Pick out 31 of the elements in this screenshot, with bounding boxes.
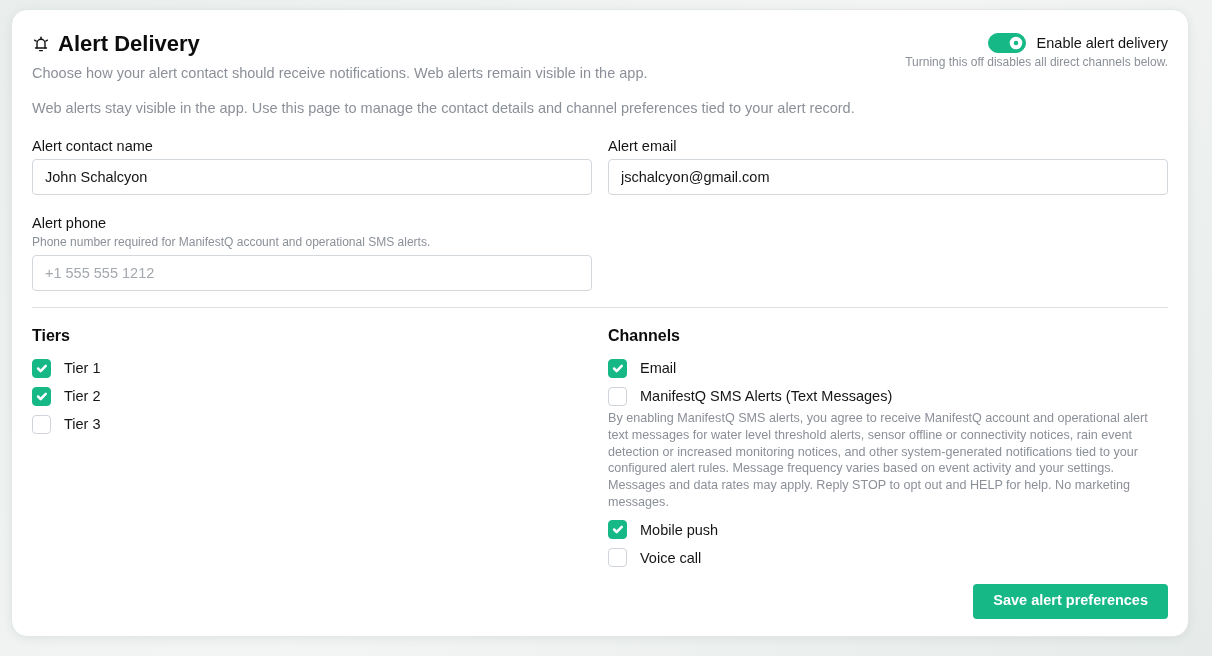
intro-text: Web alerts stay visible in the app. Use this page to manage the contact details and channel preferences tied to your alert record. bbox=[32, 99, 856, 118]
toggle-hint: Turning this off disables all direct channels below. bbox=[905, 54, 1168, 70]
section-heading: Tiers bbox=[32, 326, 71, 346]
checkbox[interactable] bbox=[608, 520, 627, 540]
checkbox[interactable] bbox=[608, 548, 627, 568]
toggle-switch[interactable] bbox=[987, 33, 1026, 53]
checkbox[interactable] bbox=[608, 358, 627, 378]
checkbox-label: Tier 1 bbox=[64, 359, 101, 378]
input-field[interactable]: John Schalcyon bbox=[32, 159, 592, 195]
field-label: Alert contact name bbox=[32, 137, 154, 156]
page-title: Alert Delivery bbox=[58, 30, 200, 58]
section-heading: Channels bbox=[608, 326, 681, 346]
field-label: Alert email bbox=[608, 137, 678, 156]
input-field[interactable]: jschalcyon@gmail.com bbox=[608, 159, 1168, 195]
page-subtitle: Choose how your alert contact should receive notifications. Web alerts remain visible in the app. bbox=[32, 64, 648, 83]
checkbox-label: Voice call bbox=[640, 548, 702, 568]
checkbox-label: ManifestQ SMS Alerts (Text Messages) bbox=[640, 387, 893, 406]
input-field[interactable]: +1 555 555 1212 bbox=[32, 255, 592, 291]
checkbox[interactable] bbox=[608, 386, 627, 406]
checkbox[interactable] bbox=[32, 386, 51, 406]
checkbox-label: Tier 3 bbox=[64, 415, 101, 434]
checkbox-label: Tier 2 bbox=[64, 387, 101, 406]
field-hint: Phone number required for ManifestQ account and operational SMS alerts. bbox=[32, 234, 432, 250]
checkbox[interactable] bbox=[32, 414, 51, 434]
consent-text: By enabling ManifestQ SMS alerts, you agree to receive ManifestQ account and operational alert text messages for water level threshold alerts, sensor offline or connectivity notices, rain event detection or increased monitoring notices, and other system-generated notifications tied to your configured alert rules. Message frequency varies based on event activity and your settings. Messages and data rates may apply. Reply STOP to opt out and HELP for help. No marketing messages. bbox=[608, 410, 1149, 511]
toggle-label: Enable alert delivery bbox=[1036, 34, 1168, 53]
bell-icon bbox=[32, 35, 50, 53]
checkbox[interactable] bbox=[32, 358, 51, 378]
checkbox-label: Mobile push bbox=[640, 520, 719, 540]
field-label: Alert phone bbox=[32, 214, 108, 233]
checkbox-label: Email bbox=[640, 359, 677, 378]
